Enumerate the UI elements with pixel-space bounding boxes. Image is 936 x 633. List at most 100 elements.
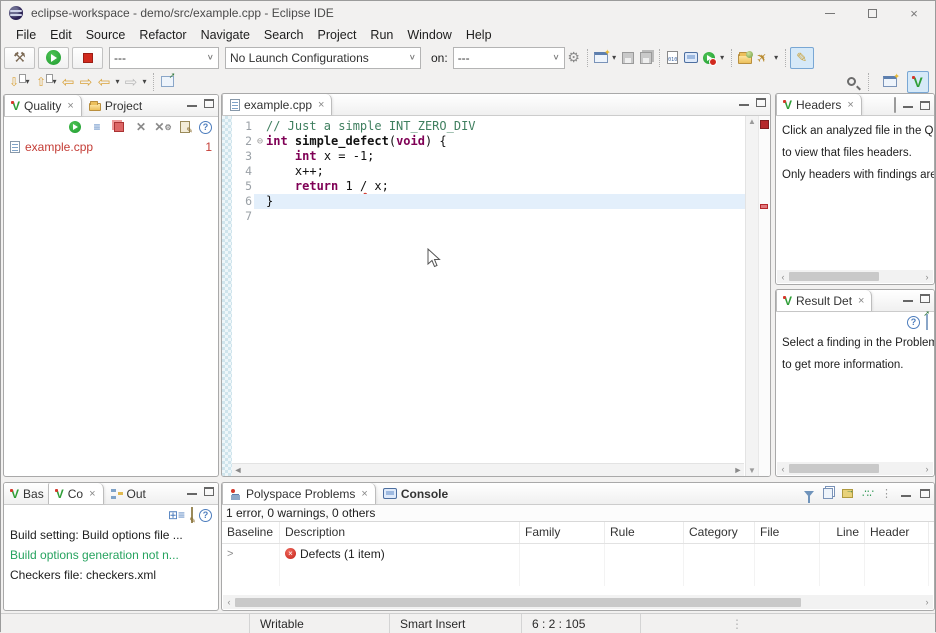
minimize-view-icon[interactable]: [187, 105, 197, 108]
minimize-view-icon[interactable]: [903, 300, 913, 303]
minimize-button[interactable]: [809, 1, 851, 25]
menu-window[interactable]: Window: [400, 26, 458, 44]
scroll-left-icon[interactable]: ‹: [223, 597, 235, 607]
run-button[interactable]: [38, 47, 69, 69]
expander-icon[interactable]: >: [227, 548, 233, 560]
menu-run[interactable]: Run: [363, 26, 400, 44]
new-wizard-icon[interactable]: [592, 49, 610, 67]
stop-button[interactable]: [72, 47, 103, 69]
close-tab-icon[interactable]: ×: [89, 488, 95, 500]
headers-horizontal-scrollbar[interactable]: ‹ ›: [777, 270, 933, 283]
code-line-2[interactable]: 2⊖int simple_defect(void) {: [232, 134, 745, 149]
code-line-7[interactable]: 7: [232, 209, 745, 224]
code-line-4[interactable]: 4 x++;: [232, 164, 745, 179]
forward-dropdown-icon[interactable]: ▾: [140, 77, 149, 86]
help-icon[interactable]: ?: [199, 509, 212, 522]
close-tab-icon[interactable]: ×: [858, 295, 864, 307]
save-icon[interactable]: [619, 49, 637, 67]
back-dropdown-icon[interactable]: ▾: [113, 77, 122, 86]
scroll-right-icon[interactable]: ►: [732, 465, 744, 475]
tab-console-polyspace[interactable]: V Co ×: [48, 483, 104, 504]
scroll-up-icon[interactable]: ▲: [748, 117, 756, 126]
save-all-icon[interactable]: [637, 49, 655, 67]
editor-horizontal-scrollbar[interactable]: ◄ ►: [232, 463, 744, 476]
launch-rocket-icon[interactable]: ✈: [754, 49, 772, 67]
column-header-category[interactable]: Category: [684, 522, 755, 543]
code-editor[interactable]: 1// Just a simple INT_ZERO_DIV2⊖int simp…: [232, 116, 745, 476]
tab-editor-example-cpp[interactable]: example.cpp ×: [222, 94, 332, 115]
export-icon[interactable]: [842, 489, 853, 498]
scroll-right-icon[interactable]: ›: [921, 272, 933, 282]
menu-search[interactable]: Search: [257, 26, 311, 44]
maximize-view-icon[interactable]: [920, 294, 930, 303]
code-line-1[interactable]: 1// Just a simple INT_ZERO_DIV: [232, 119, 745, 134]
maximize-view-icon[interactable]: [920, 101, 930, 110]
scroll-left-icon[interactable]: ‹: [777, 272, 789, 282]
tab-console[interactable]: Console: [376, 483, 455, 504]
minimize-view-icon[interactable]: [187, 493, 197, 496]
next-annotation-icon[interactable]: ⇩: [5, 73, 23, 91]
close-button[interactable]: ×: [893, 1, 935, 25]
column-header-file[interactable]: File: [755, 522, 820, 543]
code-line-6[interactable]: 6}: [232, 194, 745, 209]
maximize-view-icon[interactable]: [756, 98, 766, 107]
linked-tree-icon[interactable]: ∴∵: [862, 487, 872, 500]
code-line-3[interactable]: 3 int x = -1;: [232, 149, 745, 164]
open-in-new-window-icon[interactable]: [926, 315, 928, 329]
overview-ruler[interactable]: [758, 116, 770, 476]
target-combo[interactable]: ---∨: [453, 47, 565, 69]
tab-project[interactable]: Project: [82, 95, 149, 116]
binary-file-icon[interactable]: 010: [664, 49, 682, 67]
run-dropdown-icon[interactable]: ▾: [718, 53, 727, 62]
column-header-baseline[interactable]: Baseline: [222, 522, 280, 543]
report-icon[interactable]: [177, 119, 193, 135]
polyspace-perspective-button[interactable]: V: [907, 71, 929, 93]
copy-icon[interactable]: [823, 488, 833, 499]
minimize-view-icon[interactable]: [901, 495, 911, 498]
column-header-description[interactable]: Description: [280, 522, 520, 543]
build-button[interactable]: ⚒: [4, 47, 35, 69]
launch-config-combo[interactable]: No Launch Configurations∨: [225, 47, 421, 69]
build-config-combo[interactable]: ---∨: [109, 47, 219, 69]
code-line-5[interactable]: ×5 return 1 / x;: [232, 179, 745, 194]
report-icon[interactable]: [191, 508, 193, 522]
annotate-pen-button[interactable]: ✎: [790, 47, 814, 69]
close-tab-icon[interactable]: ×: [67, 100, 73, 112]
run-verification-icon[interactable]: [700, 49, 718, 67]
tree-view-icon[interactable]: ⊞≡: [168, 508, 185, 522]
console-icon[interactable]: [682, 49, 700, 67]
menu-navigate[interactable]: Navigate: [194, 26, 257, 44]
result-horizontal-scrollbar[interactable]: ‹ ›: [777, 462, 933, 475]
scroll-right-icon[interactable]: ›: [921, 597, 933, 607]
show-results-icon[interactable]: ≡: [89, 119, 105, 135]
close-tab-icon[interactable]: ×: [318, 99, 324, 111]
maximize-view-icon[interactable]: [920, 489, 930, 498]
minimize-view-icon[interactable]: [903, 106, 913, 109]
problems-table-row-defects[interactable]: >×Defects (1 item): [222, 544, 934, 563]
scroll-right-icon[interactable]: ›: [921, 464, 933, 474]
column-header-header[interactable]: Header: [865, 522, 929, 543]
new-wizard-dropdown-icon[interactable]: ▾: [610, 53, 619, 62]
next-edit-location-icon[interactable]: ⇨: [77, 73, 95, 91]
eraser-icon[interactable]: [894, 98, 896, 112]
menu-project[interactable]: Project: [311, 26, 364, 44]
menu-file[interactable]: File: [9, 26, 43, 44]
annotation-ruler[interactable]: [222, 116, 232, 476]
problems-horizontal-scrollbar[interactable]: ‹ ›: [223, 595, 933, 609]
forward-icon[interactable]: ⇨: [122, 73, 140, 91]
filter-icon[interactable]: [804, 491, 814, 497]
maximize-button[interactable]: [851, 1, 893, 25]
column-header-rule[interactable]: Rule: [605, 522, 684, 543]
help-icon[interactable]: ?: [199, 121, 212, 134]
menu-help[interactable]: Help: [459, 26, 499, 44]
statusbar-insert-mode[interactable]: Smart Insert: [389, 614, 521, 633]
scroll-left-icon[interactable]: ‹: [777, 464, 789, 474]
quality-file-row[interactable]: example.cpp 1: [4, 137, 218, 157]
help-icon[interactable]: ?: [907, 316, 920, 329]
launch-dropdown-icon[interactable]: ▾: [772, 53, 781, 62]
search-icon[interactable]: [847, 77, 856, 86]
maximize-view-icon[interactable]: [204, 99, 214, 108]
previous-annotation-icon[interactable]: ⇧: [32, 73, 50, 91]
scroll-left-icon[interactable]: ◄: [232, 465, 244, 475]
menu-edit[interactable]: Edit: [43, 26, 79, 44]
